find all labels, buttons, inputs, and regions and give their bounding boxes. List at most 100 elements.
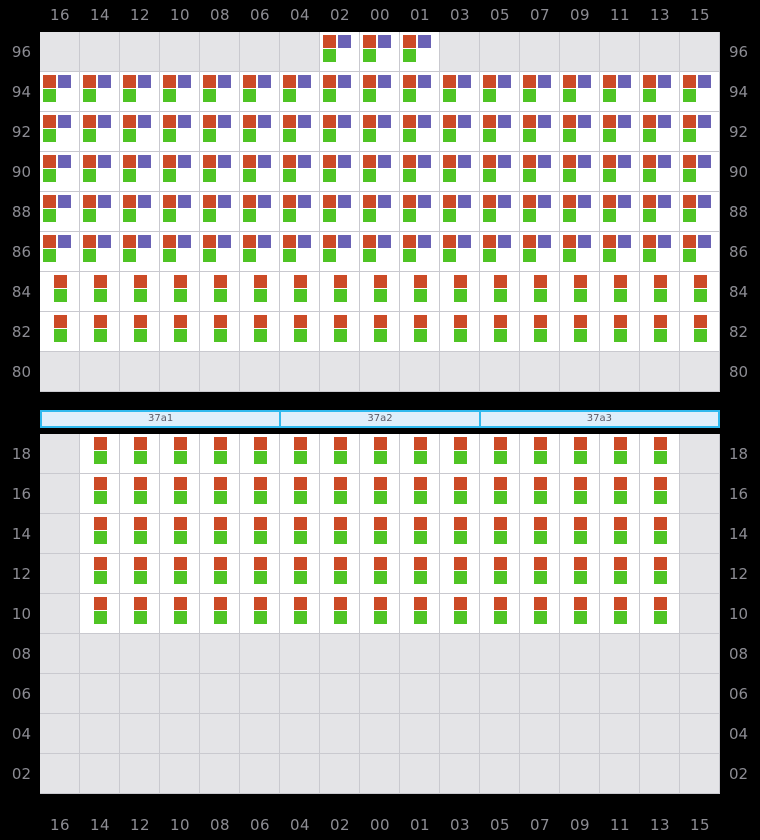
- grid-cell-11-86[interactable]: [600, 232, 639, 271]
- grid-cell-08-02[interactable]: [200, 754, 239, 793]
- grid-cell-07-80[interactable]: [520, 352, 559, 391]
- grid-cell-11-04[interactable]: [600, 714, 639, 753]
- grid-cell-10-84[interactable]: [160, 272, 199, 311]
- grid-cell-04-96[interactable]: [280, 32, 319, 71]
- grid-cell-15-02[interactable]: [680, 754, 719, 793]
- grid-cell-09-94[interactable]: [560, 72, 599, 111]
- grid-cell-16-84[interactable]: [40, 272, 79, 311]
- grid-cell-04-14[interactable]: [280, 514, 319, 553]
- grid-cell-16-10[interactable]: [40, 594, 79, 633]
- grid-cell-07-88[interactable]: [520, 192, 559, 231]
- grid-cell-02-18[interactable]: [320, 434, 359, 473]
- grid-cell-10-80[interactable]: [160, 352, 199, 391]
- grid-cell-12-02[interactable]: [120, 754, 159, 793]
- grid-cell-02-84[interactable]: [320, 272, 359, 311]
- grid-cell-09-88[interactable]: [560, 192, 599, 231]
- grid-cell-09-10[interactable]: [560, 594, 599, 633]
- grid-cell-13-94[interactable]: [640, 72, 679, 111]
- grid-cell-15-10[interactable]: [680, 594, 719, 633]
- grid-cell-14-14[interactable]: [80, 514, 119, 553]
- grid-cell-13-90[interactable]: [640, 152, 679, 191]
- grid-cell-04-86[interactable]: [280, 232, 319, 271]
- grid-cell-01-88[interactable]: [400, 192, 439, 231]
- grid-cell-02-06[interactable]: [320, 674, 359, 713]
- grid-cell-04-88[interactable]: [280, 192, 319, 231]
- grid-cell-11-92[interactable]: [600, 112, 639, 151]
- grid-cell-09-14[interactable]: [560, 514, 599, 553]
- grid-cell-02-96[interactable]: [320, 32, 359, 71]
- grid-cell-15-80[interactable]: [680, 352, 719, 391]
- grid-cell-14-80[interactable]: [80, 352, 119, 391]
- grid-cell-12-94[interactable]: [120, 72, 159, 111]
- grid-cell-15-06[interactable]: [680, 674, 719, 713]
- grid-cell-14-86[interactable]: [80, 232, 119, 271]
- grid-cell-12-80[interactable]: [120, 352, 159, 391]
- grid-cell-10-08[interactable]: [160, 634, 199, 673]
- grid-cell-13-88[interactable]: [640, 192, 679, 231]
- grid-cell-05-18[interactable]: [480, 434, 519, 473]
- grid-cell-09-90[interactable]: [560, 152, 599, 191]
- grid-cell-07-94[interactable]: [520, 72, 559, 111]
- grid-cell-02-88[interactable]: [320, 192, 359, 231]
- grid-cell-04-18[interactable]: [280, 434, 319, 473]
- grid-cell-10-82[interactable]: [160, 312, 199, 351]
- grid-cell-05-02[interactable]: [480, 754, 519, 793]
- grid-cell-05-80[interactable]: [480, 352, 519, 391]
- grid-cell-06-14[interactable]: [240, 514, 279, 553]
- grid-cell-13-16[interactable]: [640, 474, 679, 513]
- grid-cell-09-04[interactable]: [560, 714, 599, 753]
- grid-cell-03-94[interactable]: [440, 72, 479, 111]
- grid-cell-00-06[interactable]: [360, 674, 399, 713]
- grid-cell-08-84[interactable]: [200, 272, 239, 311]
- grid-cell-14-82[interactable]: [80, 312, 119, 351]
- grid-cell-09-92[interactable]: [560, 112, 599, 151]
- grid-cell-08-12[interactable]: [200, 554, 239, 593]
- grid-cell-10-10[interactable]: [160, 594, 199, 633]
- grid-cell-01-02[interactable]: [400, 754, 439, 793]
- grid-cell-15-16[interactable]: [680, 474, 719, 513]
- grid-cell-07-90[interactable]: [520, 152, 559, 191]
- grid-cell-15-86[interactable]: [680, 232, 719, 271]
- grid-cell-13-14[interactable]: [640, 514, 679, 553]
- grid-cell-14-16[interactable]: [80, 474, 119, 513]
- grid-cell-14-88[interactable]: [80, 192, 119, 231]
- grid-cell-05-82[interactable]: [480, 312, 519, 351]
- grid-cell-11-06[interactable]: [600, 674, 639, 713]
- grid-cell-03-80[interactable]: [440, 352, 479, 391]
- grid-cell-00-12[interactable]: [360, 554, 399, 593]
- grid-cell-05-04[interactable]: [480, 714, 519, 753]
- grid-cell-03-90[interactable]: [440, 152, 479, 191]
- grid-cell-07-18[interactable]: [520, 434, 559, 473]
- segment-37a2[interactable]: 37a2: [281, 412, 481, 426]
- grid-cell-01-16[interactable]: [400, 474, 439, 513]
- grid-cell-11-18[interactable]: [600, 434, 639, 473]
- grid-cell-06-86[interactable]: [240, 232, 279, 271]
- grid-cell-11-14[interactable]: [600, 514, 639, 553]
- grid-cell-04-04[interactable]: [280, 714, 319, 753]
- grid-cell-13-04[interactable]: [640, 714, 679, 753]
- grid-cell-04-92[interactable]: [280, 112, 319, 151]
- grid-cell-11-16[interactable]: [600, 474, 639, 513]
- grid-cell-03-04[interactable]: [440, 714, 479, 753]
- segment-37a1[interactable]: 37a1: [42, 412, 282, 426]
- grid-cell-09-12[interactable]: [560, 554, 599, 593]
- grid-cell-01-82[interactable]: [400, 312, 439, 351]
- grid-cell-13-02[interactable]: [640, 754, 679, 793]
- grid-cell-07-08[interactable]: [520, 634, 559, 673]
- grid-cell-14-02[interactable]: [80, 754, 119, 793]
- grid-cell-07-86[interactable]: [520, 232, 559, 271]
- grid-cell-12-16[interactable]: [120, 474, 159, 513]
- grid-cell-08-80[interactable]: [200, 352, 239, 391]
- grid-cell-00-80[interactable]: [360, 352, 399, 391]
- grid-cell-05-84[interactable]: [480, 272, 519, 311]
- grid-cell-00-84[interactable]: [360, 272, 399, 311]
- grid-cell-03-16[interactable]: [440, 474, 479, 513]
- grid-cell-15-92[interactable]: [680, 112, 719, 151]
- grid-cell-10-12[interactable]: [160, 554, 199, 593]
- grid-cell-04-80[interactable]: [280, 352, 319, 391]
- grid-cell-03-84[interactable]: [440, 272, 479, 311]
- grid-cell-12-88[interactable]: [120, 192, 159, 231]
- grid-cell-08-88[interactable]: [200, 192, 239, 231]
- grid-cell-08-10[interactable]: [200, 594, 239, 633]
- grid-cell-13-06[interactable]: [640, 674, 679, 713]
